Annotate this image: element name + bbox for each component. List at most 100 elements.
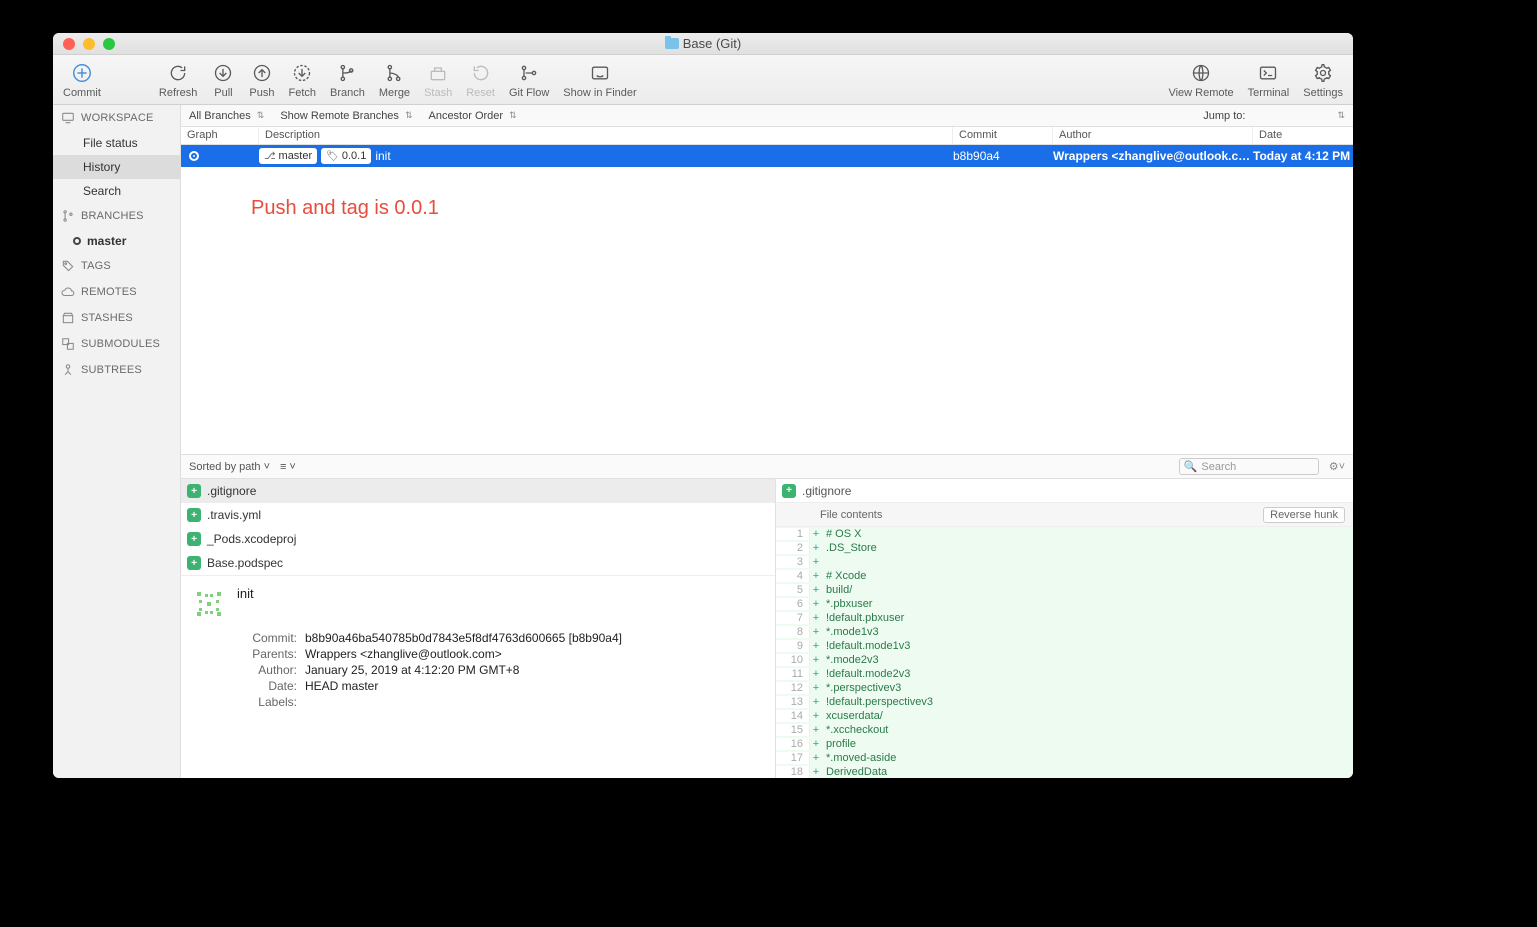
value-date: HEAD master — [305, 679, 765, 693]
diff-line[interactable]: 8+*.mode1v3 — [776, 625, 1353, 639]
col-description[interactable]: Description — [259, 127, 953, 144]
diff-line[interactable]: 17+*.moved-aside — [776, 751, 1353, 765]
settings-button[interactable]: Settings — [1303, 61, 1343, 99]
diff-line[interactable]: 2+.DS_Store — [776, 541, 1353, 555]
show-remote-filter[interactable]: Show Remote Branches ⇅ — [280, 110, 412, 122]
commit-node-icon — [189, 151, 199, 161]
filter-bar: All Branches ⇅ Show Remote Branches ⇅ An… — [181, 105, 1353, 127]
sidebar-branch-master[interactable]: master — [53, 229, 180, 253]
col-date[interactable]: Date — [1253, 127, 1353, 144]
tags-section[interactable]: TAGS — [53, 253, 180, 279]
sidebar: WORKSPACE File status History Search BRA… — [53, 105, 181, 778]
gear-icon: ⚙ — [1329, 461, 1339, 473]
diff-line[interactable]: 9+!default.mode1v3 — [776, 639, 1353, 653]
gitflow-button[interactable]: Git Flow — [509, 61, 549, 99]
diff-lines: 1+# OS X2+.DS_Store3+4+# Xcode5+build/6+… — [776, 527, 1353, 778]
window-title-text: Base (Git) — [683, 36, 742, 51]
branches-section[interactable]: BRANCHES — [53, 203, 180, 229]
diff-line[interactable]: 11+!default.mode2v3 — [776, 667, 1353, 681]
jump-to-filter[interactable]: Jump to: ⇅ — [1203, 110, 1345, 122]
diff-line[interactable]: 18+DerivedData — [776, 765, 1353, 778]
diff-line[interactable]: 14+xcuserdata/ — [776, 709, 1353, 723]
terminal-button[interactable]: Terminal — [1248, 61, 1290, 99]
show-finder-button[interactable]: Show in Finder — [563, 61, 636, 99]
chevron-updown-icon: ⇅ — [1337, 110, 1345, 121]
push-button[interactable]: Push — [249, 61, 274, 99]
diff-line[interactable]: 7+!default.pbxuser — [776, 611, 1353, 625]
chevron-down-icon: ˅ — [1339, 461, 1345, 473]
workspace-section[interactable]: WORKSPACE — [53, 105, 180, 131]
col-graph[interactable]: Graph — [181, 127, 259, 144]
merge-button[interactable]: Merge — [379, 61, 410, 99]
diff-line[interactable]: 5+build/ — [776, 583, 1353, 597]
submodules-section[interactable]: SUBMODULES — [53, 331, 180, 357]
view-options-dropdown[interactable]: ≡ ˅ — [280, 461, 296, 473]
sidebar-item-file-status[interactable]: File status — [53, 131, 180, 155]
detail-toolbar: Sorted by path ˅ ≡ ˅ 🔍 Search ⚙˅ — [181, 454, 1353, 478]
reverse-hunk-button[interactable]: Reverse hunk — [1263, 507, 1345, 523]
branch-icon — [61, 209, 75, 223]
tag-icon: 🏷 — [326, 151, 339, 162]
stashes-section[interactable]: STASHES — [53, 305, 180, 331]
diff-line[interactable]: 15+*.xccheckout — [776, 723, 1353, 737]
fetch-icon — [290, 61, 314, 85]
ancestor-order-filter[interactable]: Ancestor Order ⇅ — [428, 110, 516, 122]
reset-button[interactable]: Reset — [466, 61, 495, 99]
globe-icon — [1189, 61, 1213, 85]
diff-line[interactable]: 12+*.perspectivev3 — [776, 681, 1353, 695]
added-badge-icon: + — [782, 484, 796, 498]
cloud-icon — [61, 285, 75, 299]
col-author[interactable]: Author — [1053, 127, 1253, 144]
tag-icon — [61, 259, 75, 273]
commit-button[interactable]: Commit — [63, 61, 101, 99]
file-row[interactable]: + _Pods.xcodeproj — [181, 527, 775, 551]
label-date: Date: — [237, 679, 297, 693]
fetch-button[interactable]: Fetch — [289, 61, 317, 99]
col-commit[interactable]: Commit — [953, 127, 1053, 144]
commit-row[interactable]: ⎇master 🏷0.0.1 init b8b90a4 Wrappers <zh… — [181, 145, 1353, 167]
diff-filename: .gitignore — [802, 484, 851, 498]
refresh-button[interactable]: Refresh — [159, 61, 198, 99]
commit-message: init — [375, 149, 390, 163]
diff-line[interactable]: 4+# Xcode — [776, 569, 1353, 583]
diff-line[interactable]: 13+!default.perspectivev3 — [776, 695, 1353, 709]
current-branch-indicator — [73, 237, 81, 245]
file-row[interactable]: + Base.podspec — [181, 551, 775, 575]
sidebar-item-history[interactable]: History — [53, 155, 180, 179]
commit-message-full: init — [237, 586, 765, 601]
detail-settings-button[interactable]: ⚙˅ — [1329, 460, 1345, 473]
box-icon — [61, 311, 75, 325]
stash-button[interactable]: Stash — [424, 61, 452, 99]
branch-button[interactable]: Branch — [330, 61, 365, 99]
titlebar: Base (Git) — [53, 33, 1353, 55]
hunk-label: File contents — [820, 509, 882, 521]
label-commit: Commit: — [237, 631, 297, 645]
gear-icon — [1311, 61, 1335, 85]
sidebar-item-search[interactable]: Search — [53, 179, 180, 203]
chevron-down-icon: ˅ — [289, 461, 295, 473]
reset-icon — [469, 61, 493, 85]
pull-button[interactable]: Pull — [211, 61, 235, 99]
diff-line[interactable]: 10+*.mode2v3 — [776, 653, 1353, 667]
diff-line[interactable]: 3+ — [776, 555, 1353, 569]
view-remote-button[interactable]: View Remote — [1168, 61, 1233, 99]
diff-line[interactable]: 1+# OS X — [776, 527, 1353, 541]
stash-icon — [426, 61, 450, 85]
commit-table-header: Graph Description Commit Author Date — [181, 127, 1353, 145]
all-branches-filter[interactable]: All Branches ⇅ — [189, 110, 264, 122]
commit-list-area: Push and tag is 0.0.1 — [181, 167, 1353, 454]
diff-line[interactable]: 16+profile — [776, 737, 1353, 751]
value-labels — [305, 695, 765, 709]
sort-dropdown[interactable]: Sorted by path ˅ — [189, 461, 270, 473]
file-list-pane: + .gitignore + .travis.yml + _Pods.xcode… — [181, 479, 776, 778]
search-input[interactable]: 🔍 Search — [1179, 458, 1319, 475]
subtrees-section[interactable]: SUBTREES — [53, 357, 180, 383]
file-row[interactable]: + .travis.yml — [181, 503, 775, 527]
merge-icon — [382, 61, 406, 85]
added-badge-icon: + — [187, 532, 201, 546]
remotes-section[interactable]: REMOTES — [53, 279, 180, 305]
added-badge-icon: + — [187, 484, 201, 498]
terminal-icon — [1256, 61, 1280, 85]
file-row[interactable]: + .gitignore — [181, 479, 775, 503]
diff-line[interactable]: 6+*.pbxuser — [776, 597, 1353, 611]
